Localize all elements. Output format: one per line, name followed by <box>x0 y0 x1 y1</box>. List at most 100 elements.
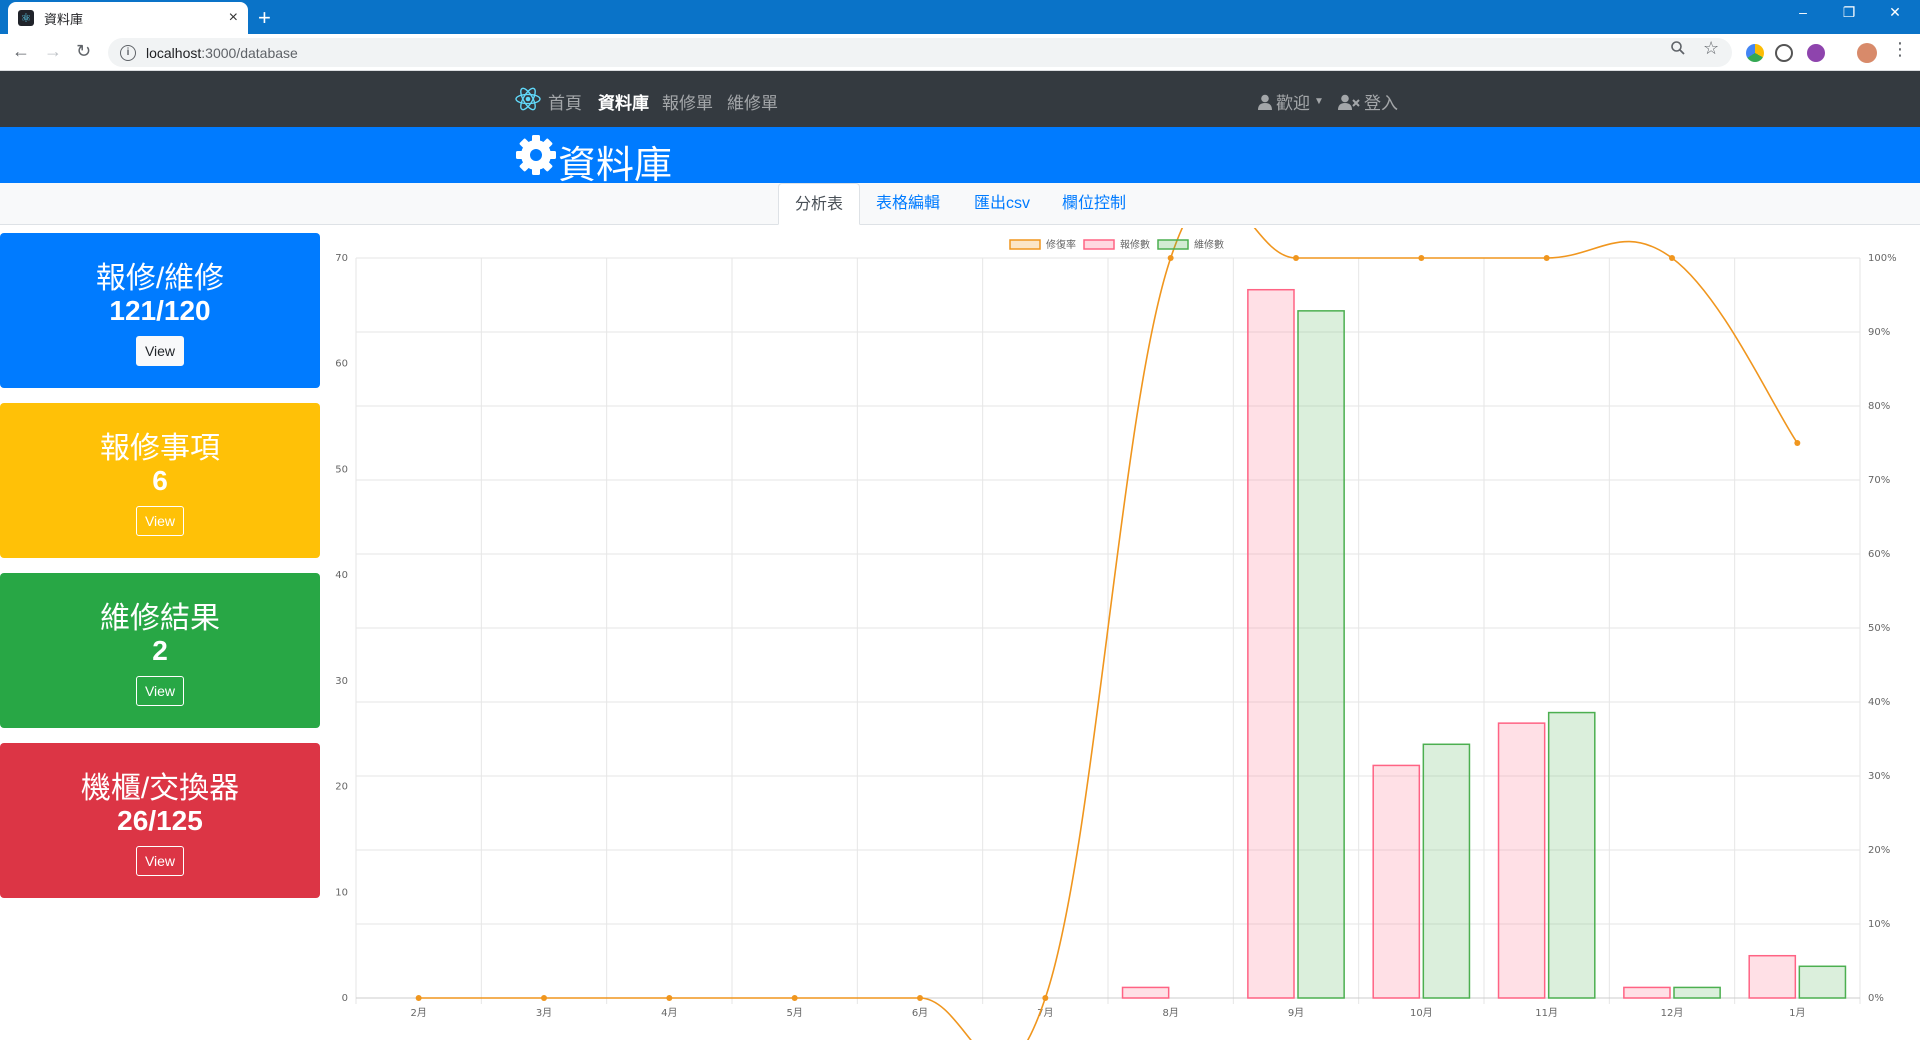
view-tabs: 分析表 表格編輯 匯出csv 欄位控制 <box>0 183 1920 225</box>
repair-summary-card: 報修/維修 121/120 View <box>0 233 320 388</box>
y-tick-label: 10 <box>335 887 348 898</box>
extension-panda-icon[interactable] <box>1775 44 1793 62</box>
back-arrow-icon[interactable]: ← <box>12 41 30 62</box>
nav-home-link[interactable]: 首頁 <box>548 89 582 114</box>
y2-tick-label: 100% <box>1868 253 1897 264</box>
extension-purple-icon[interactable] <box>1807 44 1825 62</box>
card-value: 2 <box>152 635 168 666</box>
address-bar[interactable]: i localhost :3000/database <box>108 38 1732 67</box>
bar <box>1673 986 1721 999</box>
reload-icon[interactable]: ↻ <box>76 41 91 62</box>
card-title: 報修/維修 <box>95 262 225 295</box>
line-point <box>1042 995 1049 1001</box>
react-logo-icon[interactable] <box>514 85 542 113</box>
restore-window-button[interactable]: ❐ <box>1826 4 1872 21</box>
gear-icon <box>516 135 556 175</box>
user-times-icon <box>1338 94 1360 110</box>
x-tick-label: 6月 <box>912 1007 928 1019</box>
y2-tick-label: 60% <box>1868 549 1890 560</box>
y-tick-label: 60 <box>335 359 348 370</box>
legend-item: 維修數 <box>1157 238 1224 251</box>
view-button[interactable]: View <box>136 676 184 706</box>
login-label: 登入 <box>1364 94 1398 113</box>
x-tick-label: 12月 <box>1661 1007 1684 1019</box>
y2-tick-label: 20% <box>1868 845 1890 856</box>
line-point <box>1418 255 1425 261</box>
legend-swatch <box>1009 239 1041 250</box>
card-value: 6 <box>152 465 168 496</box>
profile-avatar-icon[interactable] <box>1857 43 1877 63</box>
minimize-window-button[interactable]: – <box>1780 4 1826 20</box>
view-button[interactable]: View <box>136 336 184 366</box>
legend-swatch <box>1157 239 1189 250</box>
line-point <box>666 995 673 1001</box>
close-window-button[interactable]: ✕ <box>1872 4 1918 21</box>
line-point <box>791 995 798 1001</box>
tab-export-csv[interactable]: 匯出csv <box>958 183 1046 225</box>
close-tab-icon[interactable]: × <box>229 9 238 27</box>
y2-tick-label: 80% <box>1868 401 1890 412</box>
nav-repair-request-link[interactable]: 報修單 <box>662 89 713 114</box>
y2-tick-label: 50% <box>1868 623 1890 634</box>
browser-tab[interactable]: ⚛ 資料庫 × <box>8 2 248 34</box>
bar <box>1623 986 1671 999</box>
page-header: 資料庫 <box>0 127 1920 187</box>
new-tab-button[interactable]: + <box>258 5 271 31</box>
y-tick-label: 30 <box>335 676 348 687</box>
card-value: 121/120 <box>109 295 211 326</box>
x-tick-label: 11月 <box>1535 1007 1558 1019</box>
card-title: 報修事項 <box>100 432 220 465</box>
legend-swatch <box>1083 239 1115 250</box>
x-tick-label: 4月 <box>661 1007 677 1019</box>
zoom-icon[interactable] <box>1670 40 1686 61</box>
y2-tick-label: 30% <box>1868 771 1890 782</box>
bookmark-star-icon[interactable]: ☆ <box>1703 38 1719 59</box>
card-title: 維修結果 <box>100 602 220 635</box>
app-navbar: 首頁 資料庫 報修單 維修單 歡迎 ▼ 登入 <box>0 71 1920 127</box>
login-link[interactable]: 登入 <box>1338 89 1398 114</box>
y2-tick-label: 70% <box>1868 475 1890 486</box>
nav-repair-order-link[interactable]: 維修單 <box>727 89 778 114</box>
x-tick-label: 1月 <box>1789 1007 1805 1019</box>
y2-tick-label: 0% <box>1868 993 1884 1004</box>
bar <box>1422 743 1471 999</box>
legend-item: 修復率 <box>1009 238 1076 251</box>
bar <box>1748 954 1797 999</box>
y-tick-label: 50 <box>335 464 348 475</box>
forward-arrow-icon[interactable]: → <box>44 41 62 62</box>
view-button[interactable]: View <box>136 506 184 536</box>
line-point <box>541 995 547 1001</box>
url-path: :3000/database <box>201 44 298 61</box>
tab-table-edit[interactable]: 表格編輯 <box>860 183 956 225</box>
user-icon <box>1258 94 1272 110</box>
browser-toolbar: ← → ↻ i localhost :3000/database ☆ ⋮ <box>0 34 1920 71</box>
bar <box>1297 310 1345 999</box>
extension-chrome-icon[interactable] <box>1746 44 1764 62</box>
x-tick-label: 3月 <box>536 1007 552 1019</box>
legend-label: 維修數 <box>1194 238 1224 251</box>
url-host: localhost <box>146 44 202 61</box>
y-tick-label: 40 <box>335 570 348 581</box>
bar <box>1547 711 1596 999</box>
x-tick-label: 5月 <box>786 1007 802 1019</box>
browser-menu-icon[interactable]: ⋮ <box>1891 39 1909 60</box>
bar <box>1497 722 1546 999</box>
welcome-label: 歡迎 <box>1276 94 1310 113</box>
site-info-icon[interactable]: i <box>120 44 136 61</box>
bar <box>1247 288 1295 999</box>
tab-field-control[interactable]: 欄位控制 <box>1046 183 1142 225</box>
card-title: 機櫃/交換器 <box>80 772 240 805</box>
legend-label: 報修數 <box>1120 238 1150 251</box>
y-tick-label: 20 <box>335 782 348 793</box>
welcome-dropdown[interactable]: 歡迎 ▼ <box>1258 89 1324 114</box>
repair-analysis-chart: 0% 10% 20% 30% 40% 50% 60% 70% 80% 90% 100% 0 10 20 30… <box>335 228 1897 1040</box>
tab-analysis[interactable]: 分析表 <box>778 183 861 225</box>
x-tick-label: 2月 <box>410 1007 426 1019</box>
page-title: 資料庫 <box>558 143 673 187</box>
view-button[interactable]: View <box>136 846 184 876</box>
legend-label: 修復率 <box>1046 238 1076 251</box>
bar <box>1372 764 1421 999</box>
caret-down-icon: ▼ <box>1314 96 1324 107</box>
bar <box>1121 986 1170 999</box>
nav-database-link[interactable]: 資料庫 <box>598 89 649 114</box>
